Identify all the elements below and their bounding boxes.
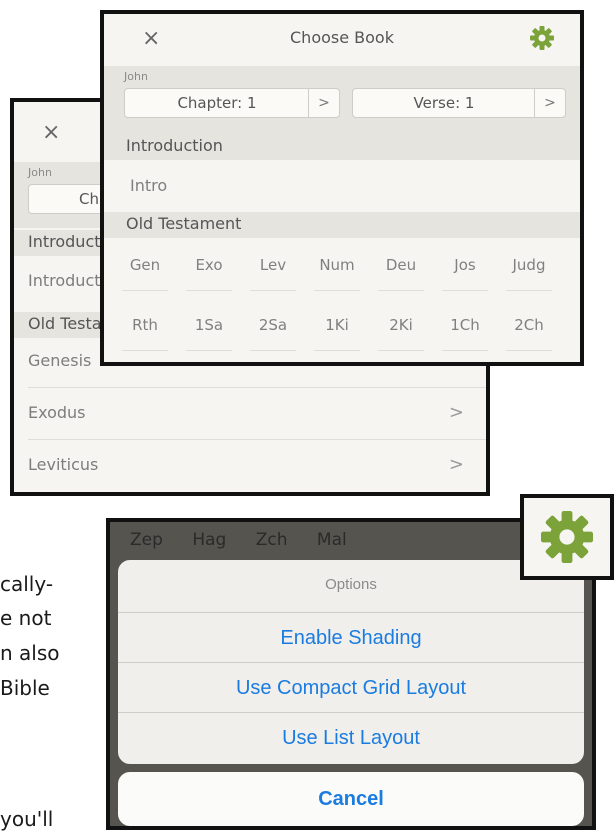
book-grid-cell[interactable]: 1Ch	[440, 316, 490, 351]
doc-text-line: e not	[0, 606, 52, 630]
gear-icon[interactable]	[541, 511, 593, 563]
book-grid-cell[interactable]: Lev	[248, 256, 298, 291]
book-grid-cell[interactable]: Rth	[120, 316, 170, 351]
book-grid-cell[interactable]: 1Ki	[312, 316, 362, 351]
book-grid-cell[interactable]: Deu	[376, 256, 426, 291]
grid-item-intro[interactable]: Intro	[130, 176, 167, 195]
book-grid-cell[interactable]: Gen	[120, 256, 170, 291]
enable-shading-button[interactable]: Enable Shading	[118, 612, 584, 663]
book-grid-cell[interactable]: Exo	[184, 256, 234, 291]
section-header-introduction: Introduction	[104, 134, 580, 160]
bg-grid-items: Zep Hag Zch Mal	[130, 530, 347, 550]
chevron-right-icon[interactable]: >	[308, 89, 339, 117]
cancel-sheet: Cancel	[118, 772, 584, 826]
close-icon[interactable]: ×	[42, 120, 60, 145]
selector-band: John Chapter: 1 > Verse: 1 >	[104, 66, 580, 134]
book-label: John	[124, 70, 148, 83]
cancel-button[interactable]: Cancel	[118, 772, 584, 826]
section-header-old-testament: Old Testament	[104, 212, 580, 238]
chevron-right-icon: >	[448, 454, 464, 475]
chapter-selector[interactable]: Chapter: 1 >	[124, 88, 340, 118]
list-layout-button[interactable]: Use List Layout	[118, 712, 584, 763]
doc-text-line: cally-	[0, 572, 54, 596]
options-action-sheet: Options Enable Shading Use Compact Grid …	[118, 560, 584, 764]
compact-grid-layout-button[interactable]: Use Compact Grid Layout	[118, 662, 584, 713]
doc-text-line: n also	[0, 641, 60, 665]
sheet-title: Options	[325, 576, 377, 593]
page-title: Choose Book	[290, 28, 394, 47]
grid-layout-screenshot: × Choose Book John Chapter: 1 > Verse: 1…	[100, 10, 584, 366]
book-grid-cell[interactable]: 2Sa	[248, 316, 298, 351]
book-grid-cell[interactable]: 1Sa	[184, 316, 234, 351]
book-label: John	[28, 166, 52, 179]
book-grid-cell[interactable]: Jos	[440, 256, 490, 291]
book-grid-cell[interactable]: 2Ki	[376, 316, 426, 351]
book-grid-cell[interactable]: 2Ch	[504, 316, 554, 351]
list-item[interactable]: Exodus >	[14, 390, 486, 440]
book-grid-cell[interactable]: Judg	[504, 256, 554, 291]
doc-text-line: you'll	[0, 807, 54, 831]
verse-selector[interactable]: Verse: 1 >	[352, 88, 566, 118]
gear-icon[interactable]	[530, 26, 554, 50]
doc-text-line: Bible	[0, 676, 50, 700]
chevron-right-icon[interactable]: >	[534, 89, 565, 117]
list-item[interactable]: Leviticus >	[14, 442, 486, 492]
book-grid-cell[interactable]: Num	[312, 256, 362, 291]
chevron-right-icon: >	[448, 402, 464, 423]
gear-callout	[520, 494, 614, 580]
